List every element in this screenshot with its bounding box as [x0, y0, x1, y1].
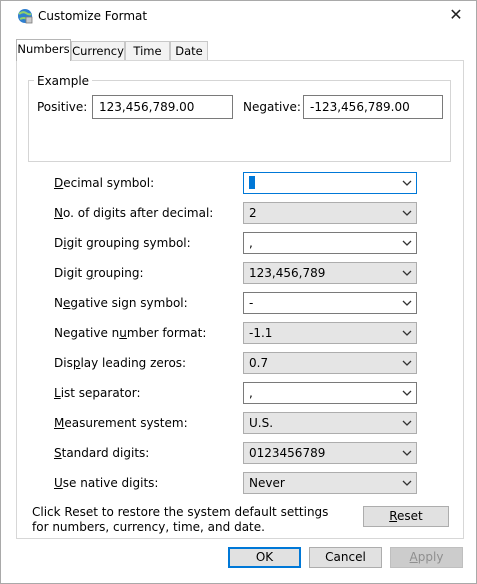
cancel-button[interactable]: Cancel [309, 547, 382, 568]
negative-number-format-value: -1.1 [249, 326, 273, 340]
digit-grouping-label: Digit grouping: [54, 266, 144, 280]
close-icon[interactable]: ✕ [447, 6, 465, 24]
negative-sign-symbol-combo[interactable]: - [243, 292, 417, 314]
decimal-symbol-label: Decimal symbol: [54, 176, 155, 190]
tab-currency[interactable]: Currency [71, 41, 125, 60]
chevron-down-icon[interactable] [402, 478, 412, 488]
example-legend: Example [34, 74, 93, 88]
positive-label: Positive: [37, 100, 88, 114]
globe-settings-icon [18, 9, 33, 24]
negative-number-format-label: Negative number format: [54, 326, 207, 340]
title-bar: Customize Format ✕ [1, 1, 476, 33]
chevron-down-icon[interactable] [402, 298, 412, 308]
negative-sign-symbol-value: - [249, 296, 254, 310]
digit-grouping-value: 123,456,789 [249, 266, 326, 280]
native-digits-combo[interactable]: Never [243, 472, 417, 494]
digit-grouping-symbol-combo[interactable]: , [243, 232, 417, 254]
reset-button[interactable]: Reset [363, 506, 449, 527]
digits-after-decimal-combo[interactable]: 2 [243, 202, 417, 224]
negative-example-field: -123,456,789.00 [303, 95, 443, 119]
measurement-system-label: Measurement system: [54, 416, 188, 430]
negative-label: Negative: [243, 100, 301, 114]
decimal-symbol-value [249, 173, 255, 193]
digits-after-decimal-label: No. of digits after decimal: [54, 206, 214, 220]
customize-format-dialog: Customize Format ✕ Numbers Currency Time… [0, 0, 477, 584]
digit-grouping-symbol-label: Digit grouping symbol: [54, 236, 191, 250]
digits-after-decimal-value: 2 [249, 206, 257, 220]
apply-button[interactable]: Apply [390, 547, 463, 568]
digit-grouping-symbol-value: , [249, 236, 253, 250]
native-digits-label: Use native digits: [54, 476, 159, 490]
window-title: Customize Format [38, 9, 148, 23]
native-digits-value: Never [249, 476, 285, 490]
selection-highlight [249, 176, 255, 189]
chevron-down-icon[interactable] [402, 208, 412, 218]
negative-sign-symbol-label: Negative sign symbol: [54, 296, 188, 310]
chevron-down-icon[interactable] [402, 418, 412, 428]
standard-digits-label: Standard digits: [54, 446, 150, 460]
tab-time[interactable]: Time [125, 41, 170, 60]
chevron-down-icon[interactable] [402, 178, 412, 188]
leading-zeros-label: Display leading zeros: [54, 356, 187, 370]
example-group [28, 80, 451, 162]
measurement-system-value: U.S. [249, 416, 274, 430]
negative-number-format-combo[interactable]: -1.1 [243, 322, 417, 344]
tab-numbers[interactable]: Numbers [16, 39, 71, 61]
chevron-down-icon[interactable] [402, 268, 412, 278]
chevron-down-icon[interactable] [402, 388, 412, 398]
tab-date[interactable]: Date [170, 41, 208, 60]
chevron-down-icon[interactable] [402, 448, 412, 458]
decimal-symbol-combo[interactable] [243, 172, 417, 194]
decimal-symbol-label-rest: ecimal symbol: [63, 176, 155, 190]
list-separator-combo[interactable]: , [243, 382, 417, 404]
chevron-down-icon[interactable] [402, 358, 412, 368]
standard-digits-combo[interactable]: 0123456789 [243, 442, 417, 464]
leading-zeros-combo[interactable]: 0.7 [243, 352, 417, 374]
list-separator-value: , [249, 386, 253, 400]
chevron-down-icon[interactable] [402, 328, 412, 338]
standard-digits-value: 0123456789 [249, 446, 326, 460]
chevron-down-icon[interactable] [402, 238, 412, 248]
reset-info-text: Click Reset to restore the system defaul… [32, 505, 329, 534]
ok-button[interactable]: OK [228, 547, 301, 568]
digit-grouping-combo[interactable]: 123,456,789 [243, 262, 417, 284]
list-separator-label: List separator: [54, 386, 141, 400]
leading-zeros-value: 0.7 [249, 356, 269, 370]
positive-example-field: 123,456,789.00 [92, 95, 233, 119]
measurement-system-combo[interactable]: U.S. [243, 412, 417, 434]
